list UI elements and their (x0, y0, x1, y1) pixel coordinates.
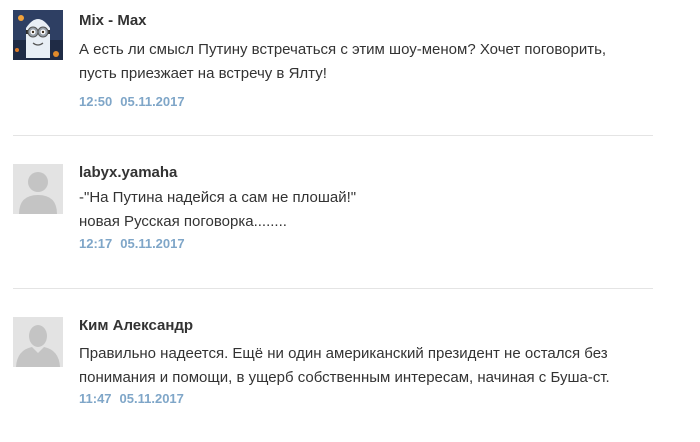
comment-item: Mix - Max А есть ли смысл Путину встреча… (0, 0, 654, 136)
user-avatar[interactable] (13, 164, 63, 214)
user-avatar[interactable] (13, 10, 63, 60)
comment-date: 05.11.2017 (119, 391, 184, 406)
minion-avatar-icon (13, 10, 63, 60)
comment-author[interactable]: labyx.yamaha (79, 164, 177, 181)
comments-list: Mix - Max А есть ли смысл Путину встреча… (0, 0, 700, 442)
comment-date: 05.11.2017 (120, 94, 185, 109)
comment-author[interactable]: Ким Александр (79, 317, 193, 334)
comment-item: Ким Александр Правильно надеется. Ещё ни… (0, 289, 652, 442)
comment-timestamp: 11:47 05.11.2017 (79, 391, 184, 406)
comment-text-line: Правильно надеется. Ещё ни один американ… (79, 345, 608, 362)
comment-text-line: новая Русская поговорка........ (79, 213, 287, 230)
comment-text: А есть ли смысл Путину встречаться с эти… (79, 38, 654, 86)
comment-time: 12:50 (79, 94, 113, 109)
comment-text: -"На Путина надейся а сам не плошай!" но… (79, 186, 654, 234)
comment-text-line: пусть приезжает на встречу в Ялту! (79, 65, 327, 82)
default-user-avatar-icon (13, 164, 63, 214)
default-user-avatar-icon (13, 317, 63, 367)
user-avatar[interactable] (13, 317, 63, 367)
comment-text-line: -"На Путина надейся а сам не плошай!" (79, 189, 357, 206)
comment-timestamp: 12:50 05.11.2017 (79, 94, 185, 109)
comment-text-line: понимания и помощи, в ущерб собственным … (79, 369, 610, 386)
comment-author[interactable]: Mix - Max (79, 12, 147, 29)
comment-text: Правильно надеется. Ещё ни один американ… (79, 342, 654, 390)
comment-text-line: А есть ли смысл Путину встречаться с эти… (79, 41, 607, 58)
comment-time: 11:47 (79, 391, 112, 406)
comment-item: labyx.yamaha -"На Путина надейся а сам н… (0, 136, 654, 289)
comment-timestamp: 12:17 05.11.2017 (79, 236, 185, 251)
comment-time: 12:17 (79, 236, 113, 251)
comment-date: 05.11.2017 (120, 236, 185, 251)
